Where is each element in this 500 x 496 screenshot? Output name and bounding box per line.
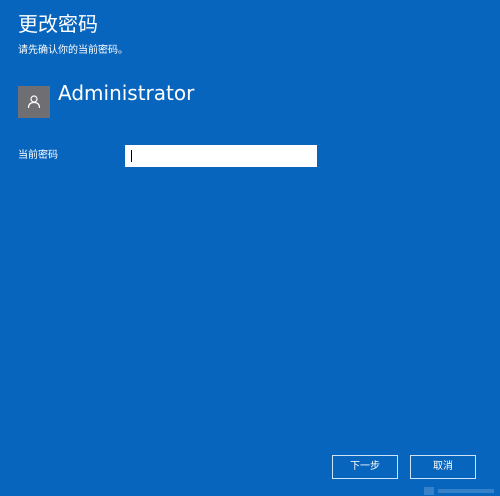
current-password-input[interactable] [125,145,317,167]
current-password-label: 当前密码 [18,150,58,161]
change-password-dialog: 更改密码 请先确认你的当前密码。 Administrator 当前密码 下一步 … [0,0,500,496]
user-silhouette-icon [26,94,42,110]
account-name: Administrator [58,81,195,105]
cancel-button[interactable]: 取消 [410,455,476,479]
next-button[interactable]: 下一步 [332,455,398,479]
text-caret [131,150,132,162]
page-title: 更改密码 [18,12,98,36]
avatar [18,86,50,118]
page-subtitle: 请先确认你的当前密码。 [18,45,128,56]
site-watermark-logo [424,482,494,495]
